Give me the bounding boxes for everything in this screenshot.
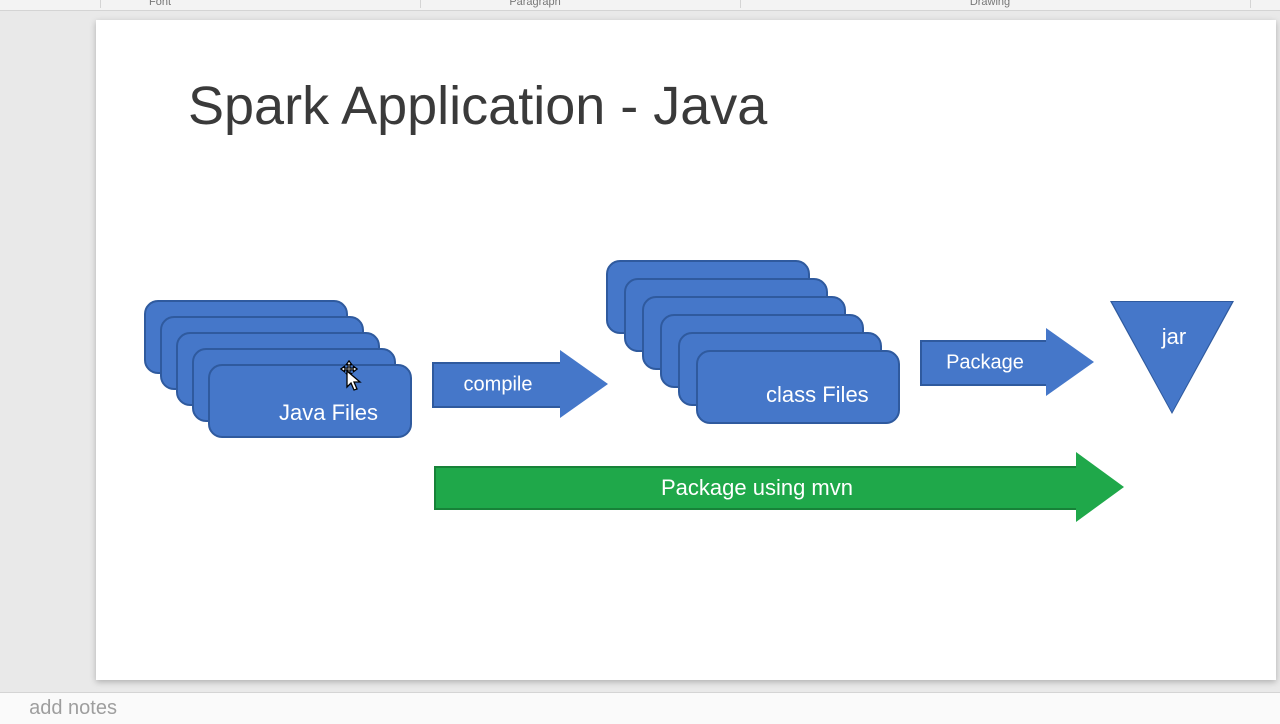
mvn-arrow-label: Package using mvn	[436, 475, 1078, 501]
class-files-label: class Files	[766, 382, 869, 408]
notes-placeholder: add notes	[29, 697, 117, 719]
ribbon-partial: Font Paragraph Drawing	[0, 0, 1280, 11]
notes-pane[interactable]: k tadd notes	[0, 692, 1280, 724]
ribbon-group-paragraph: Paragraph	[509, 0, 560, 8]
slide-title[interactable]: Spark Application - Java	[188, 75, 767, 137]
ribbon-group-font: Font	[149, 0, 171, 8]
jar-label: jar	[1162, 324, 1186, 350]
package-arrow-label: Package	[922, 352, 1048, 375]
slide-canvas[interactable]: Spark Application - Java Java Files comp…	[96, 20, 1276, 680]
compile-arrow-label: compile	[434, 374, 562, 397]
java-files-label: Java Files	[279, 400, 378, 426]
ribbon-group-drawing: Drawing	[970, 0, 1010, 8]
